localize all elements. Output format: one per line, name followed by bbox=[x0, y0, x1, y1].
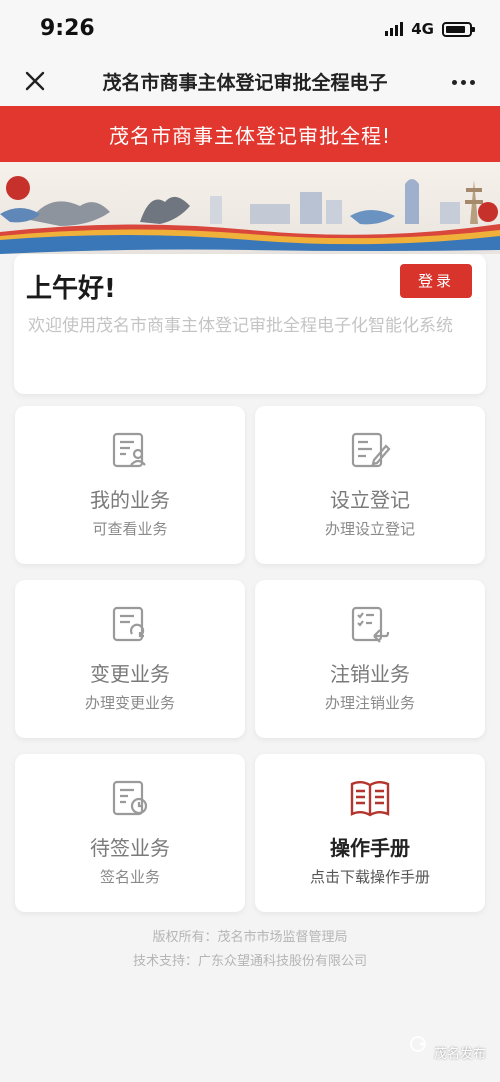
city-banner bbox=[0, 162, 500, 254]
more-icon[interactable] bbox=[448, 70, 478, 94]
tile-pending-sign[interactable]: 待签业务 签名业务 bbox=[15, 754, 245, 912]
tile-registration[interactable]: 设立登记 办理设立登记 bbox=[255, 406, 485, 564]
tile-title: 我的业务 bbox=[90, 488, 170, 512]
support-text: 技术支持：广东众望通科技股份有限公司 bbox=[132, 954, 367, 969]
document-clock-icon bbox=[108, 776, 152, 820]
document-return-icon bbox=[348, 602, 392, 646]
status-indicators: 4G bbox=[385, 20, 475, 38]
tile-manual[interactable]: 操作手册 点击下载操作手册 bbox=[255, 754, 485, 912]
document-edit-icon bbox=[348, 428, 392, 472]
tile-my-business[interactable]: 我的业务 可查看业务 bbox=[15, 406, 245, 564]
copyright-text: 版权所有：茂名市市场监督管理局 bbox=[152, 930, 348, 945]
tile-change[interactable]: 变更业务 办理变更业务 bbox=[15, 580, 245, 738]
close-icon[interactable] bbox=[20, 66, 50, 96]
tile-title: 操作手册 bbox=[330, 836, 410, 860]
network-label: 4G bbox=[411, 20, 434, 38]
tile-title: 注销业务 bbox=[330, 662, 410, 686]
book-icon bbox=[348, 776, 392, 820]
tile-subtitle: 可查看业务 bbox=[92, 520, 168, 538]
tile-subtitle: 办理注销业务 bbox=[324, 694, 415, 712]
tile-subtitle: 办理设立登记 bbox=[324, 520, 415, 538]
tile-subtitle: 办理变更业务 bbox=[84, 694, 175, 712]
header-bar: 茂名市商事主体登记审批全程! bbox=[0, 106, 500, 162]
tile-subtitle: 点击下载操作手册 bbox=[309, 868, 430, 886]
status-bar: 9:26 4G bbox=[0, 0, 500, 58]
tile-subtitle: 签名业务 bbox=[99, 868, 160, 886]
document-refresh-icon bbox=[108, 602, 152, 646]
tile-cancel[interactable]: 注销业务 办理注销业务 bbox=[255, 580, 485, 738]
greeting-title: 上午好! bbox=[26, 274, 116, 304]
battery-icon bbox=[442, 21, 475, 37]
greeting-subtitle: 欢迎使用茂名市商事主体登记审批全程电子化智能化系统 bbox=[28, 316, 453, 336]
signal-icon bbox=[385, 22, 404, 36]
nav-bar: 茂名市商事主体登记审批全程电子 bbox=[0, 58, 500, 106]
tile-title: 待签业务 bbox=[90, 836, 170, 860]
watermark-text: 茂名发布 bbox=[433, 1047, 486, 1062]
nav-title: 茂名市商事主体登记审批全程电子 bbox=[102, 72, 388, 94]
status-time: 9:26 bbox=[40, 16, 95, 41]
greeting-card: 上午好! 登录 欢迎使用茂名市商事主体登记审批全程电子化智能化系统 bbox=[14, 254, 486, 394]
tile-title: 变更业务 bbox=[90, 662, 170, 686]
login-button[interactable]: 登录 bbox=[400, 264, 472, 298]
document-user-icon bbox=[108, 428, 152, 472]
footer: 版权所有：茂名市市场监督管理局 技术支持：广东众望通科技股份有限公司 bbox=[0, 926, 500, 974]
header-title: 茂名市商事主体登记审批全程! bbox=[108, 124, 392, 148]
tile-title: 设立登记 bbox=[330, 488, 410, 512]
